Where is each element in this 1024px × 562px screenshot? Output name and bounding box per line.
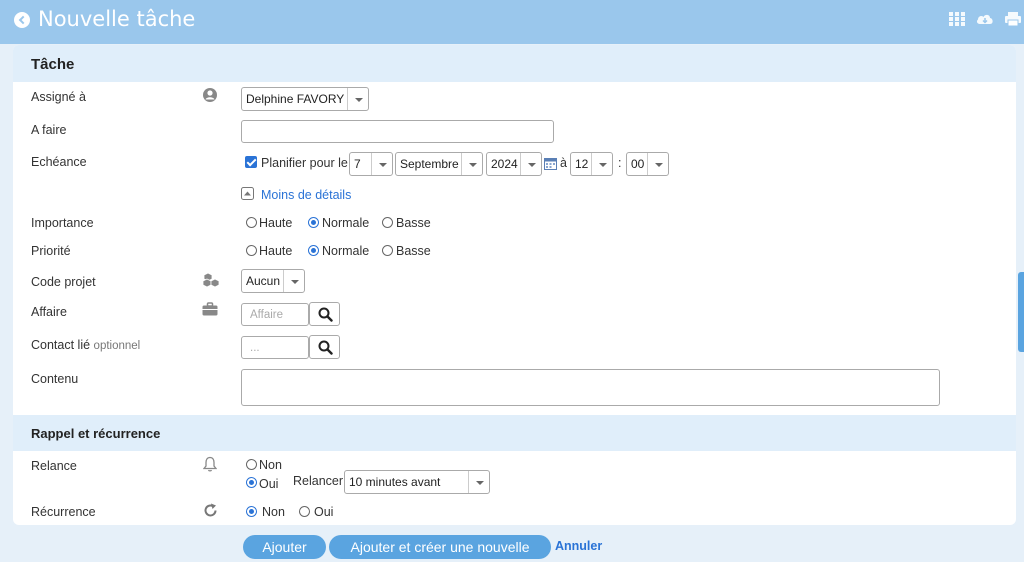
section-reminder-header: Rappel et récurrence bbox=[13, 415, 1016, 451]
recurrence-label: Récurrence bbox=[31, 505, 96, 519]
add-and-new-button[interactable]: Ajouter et créer une nouvelle bbox=[329, 535, 551, 559]
due-minute-select[interactable]: 00 bbox=[626, 152, 669, 176]
reminder-oui-radio[interactable] bbox=[246, 477, 257, 488]
back-icon[interactable] bbox=[14, 12, 30, 28]
assignee-label: Assigné à bbox=[31, 90, 86, 104]
contact-input[interactable] bbox=[241, 336, 309, 359]
side-tab-handle[interactable] bbox=[1018, 272, 1024, 352]
chevron-down-icon bbox=[371, 153, 392, 175]
briefcase-icon bbox=[202, 302, 218, 318]
due-day-value: 7 bbox=[354, 157, 361, 171]
chevron-down-icon bbox=[591, 153, 612, 175]
due-hour-select[interactable]: 12 bbox=[570, 152, 613, 176]
section-task-title: Tâche bbox=[31, 56, 75, 73]
due-minute-value: 00 bbox=[631, 157, 645, 171]
importance-haute-label: Haute bbox=[259, 216, 293, 230]
affair-search-button[interactable] bbox=[309, 302, 340, 326]
importance-normale-radio[interactable] bbox=[308, 217, 319, 228]
todo-input[interactable] bbox=[241, 120, 554, 143]
due-day-select[interactable]: 7 bbox=[349, 152, 393, 176]
refresh-icon bbox=[203, 503, 218, 519]
search-icon bbox=[318, 340, 333, 355]
app-header: Nouvelle tâche bbox=[0, 0, 1024, 44]
recurrence-oui-label: Oui bbox=[314, 505, 334, 519]
remind-when-value: 10 minutes avant bbox=[349, 475, 441, 489]
priority-basse-label: Basse bbox=[396, 244, 431, 258]
collapse-icon[interactable] bbox=[241, 187, 254, 200]
grid-icon[interactable] bbox=[948, 11, 966, 27]
recurrence-oui-radio[interactable] bbox=[299, 506, 310, 517]
recurrence-non-label: Non bbox=[262, 505, 285, 519]
chevron-down-icon bbox=[283, 270, 304, 292]
priority-normale-radio[interactable] bbox=[308, 245, 319, 256]
priority-label: Priorité bbox=[31, 244, 71, 258]
time-separator: : bbox=[618, 156, 622, 170]
bell-icon bbox=[202, 456, 218, 472]
assignee-select[interactable]: Delphine FAVORY bbox=[241, 87, 369, 111]
contact-search-button[interactable] bbox=[309, 335, 340, 359]
remind-when-select[interactable]: 10 minutes avant bbox=[344, 470, 490, 494]
reminder-non-label: Non bbox=[259, 458, 282, 472]
due-year-value: 2024 bbox=[491, 157, 518, 171]
project-code-value: Aucun bbox=[246, 274, 281, 288]
todo-label: A faire bbox=[31, 123, 67, 137]
priority-basse-radio[interactable] bbox=[382, 245, 393, 256]
chevron-down-icon bbox=[520, 153, 541, 175]
priority-haute-label: Haute bbox=[259, 244, 293, 258]
chevron-down-icon bbox=[468, 471, 489, 493]
cancel-link[interactable]: Annuler bbox=[555, 539, 602, 553]
project-code-label: Code projet bbox=[31, 275, 96, 289]
due-month-select[interactable]: Septembre bbox=[395, 152, 483, 176]
plan-checkbox[interactable] bbox=[245, 156, 257, 168]
importance-basse-label: Basse bbox=[396, 216, 431, 230]
recurrence-non-radio[interactable] bbox=[246, 506, 257, 517]
task-form-panel: Tâche Assigné à Delphine FAVORY A faire … bbox=[13, 45, 1016, 525]
cloud-icon[interactable] bbox=[976, 11, 994, 27]
section-reminder-title: Rappel et récurrence bbox=[31, 426, 161, 441]
priority-haute-radio[interactable] bbox=[246, 245, 257, 256]
due-year-select[interactable]: 2024 bbox=[486, 152, 542, 176]
affair-input[interactable] bbox=[241, 303, 309, 326]
user-icon bbox=[202, 87, 218, 103]
due-hour-value: 12 bbox=[575, 157, 589, 171]
importance-normale-label: Normale bbox=[322, 216, 370, 230]
contact-label: Contact lié optionnel bbox=[31, 338, 140, 352]
page-title: Nouvelle tâche bbox=[38, 7, 196, 31]
contact-label-text: Contact lié bbox=[31, 338, 91, 352]
priority-normale-label: Normale bbox=[322, 244, 370, 258]
reminder-oui-label: Oui bbox=[259, 477, 279, 491]
assignee-value: Delphine FAVORY bbox=[246, 92, 345, 106]
chevron-down-icon bbox=[647, 153, 668, 175]
due-at-label: à bbox=[560, 156, 567, 170]
plan-label: Planifier pour le bbox=[261, 156, 348, 170]
section-task-header: Tâche bbox=[13, 45, 1016, 82]
due-month-value: Septembre bbox=[400, 157, 459, 171]
reminder-label: Relance bbox=[31, 459, 77, 473]
contact-optional-note: optionnel bbox=[93, 340, 141, 352]
importance-label: Importance bbox=[31, 216, 94, 230]
content-label: Contenu bbox=[31, 372, 79, 386]
project-code-select[interactable]: Aucun bbox=[241, 269, 305, 293]
content-textarea[interactable] bbox=[241, 369, 940, 406]
affair-label: Affaire bbox=[31, 305, 67, 319]
reminder-non-radio[interactable] bbox=[246, 459, 257, 470]
remind-when-label: Relancer bbox=[293, 474, 344, 488]
cubes-icon bbox=[202, 272, 222, 288]
importance-haute-radio[interactable] bbox=[246, 217, 257, 228]
due-label: Echéance bbox=[31, 155, 87, 169]
chevron-down-icon bbox=[347, 88, 368, 110]
search-icon bbox=[318, 307, 333, 322]
print-icon[interactable] bbox=[1004, 11, 1022, 27]
chevron-down-icon bbox=[461, 153, 482, 175]
calendar-icon[interactable] bbox=[544, 157, 557, 170]
less-details-link[interactable]: Moins de détails bbox=[261, 188, 351, 202]
importance-basse-radio[interactable] bbox=[382, 217, 393, 228]
add-button[interactable]: Ajouter bbox=[243, 535, 326, 559]
